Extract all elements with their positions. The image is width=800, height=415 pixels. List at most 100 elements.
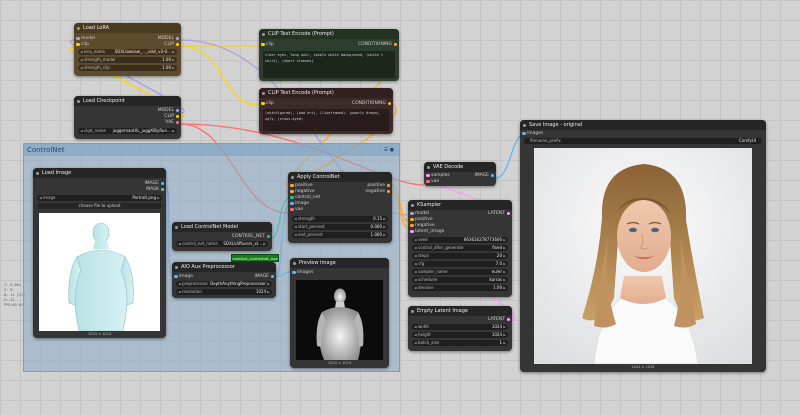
collapse-dot-icon[interactable] (411, 309, 414, 313)
collapse-dot-icon[interactable] (77, 99, 80, 103)
group-menu-icons[interactable]: ☰ ● (384, 144, 394, 156)
arrow-left-icon[interactable]: ◀ (414, 332, 417, 338)
collapse-dot-icon[interactable] (175, 225, 178, 229)
output-pin-image[interactable] (270, 274, 274, 279)
input-pin-clip[interactable] (76, 42, 80, 47)
widget-resolution[interactable]: ◀ resolution 1024 ▶ (176, 289, 272, 295)
widget-cfg[interactable]: ◀ cfg 7.0 ▶ (412, 261, 508, 267)
arrow-left-icon[interactable]: ◀ (80, 128, 83, 134)
collapse-dot-icon[interactable] (293, 261, 296, 265)
input-pin-clip[interactable] (261, 101, 265, 106)
input-pin-negative[interactable] (290, 189, 294, 194)
arrow-right-icon[interactable]: ▶ (503, 277, 506, 283)
widget-height[interactable]: ◀ height 1024 ▶ (412, 332, 508, 338)
input-pin-negative[interactable] (410, 223, 414, 228)
arrow-right-icon[interactable]: ▶ (172, 57, 175, 63)
output-pin-model[interactable] (175, 108, 179, 113)
arrow-right-icon[interactable]: ▶ (383, 216, 386, 222)
arrow-left-icon[interactable]: ◀ (414, 324, 417, 330)
collapse-dot-icon[interactable] (411, 203, 414, 207)
collapse-dot-icon[interactable] (427, 165, 430, 169)
input-pin-latent-image[interactable] (410, 229, 414, 234)
node-header[interactable]: AIO Aux Preprocessor (172, 262, 276, 272)
widget-preprocessor[interactable]: ◀ preprocessor DepthAnythingPreprocessor ▶ (176, 281, 272, 287)
widget-seed[interactable]: ◀ seed 663616278773606 ▶ (412, 237, 508, 243)
input-pin-positive[interactable] (410, 217, 414, 222)
group-title-bar[interactable]: ControlNet ☰ ● (24, 144, 399, 156)
arrow-right-icon[interactable]: ▶ (503, 253, 506, 259)
output-pin-positive[interactable] (386, 183, 390, 188)
node-header[interactable]: Load LoRA (74, 23, 181, 33)
output-pin-clip[interactable] (175, 42, 179, 47)
node-apply-controlnet[interactable]: #4700 Apply ControlNet positivepositive … (288, 172, 392, 243)
arrow-left-icon[interactable]: ◀ (414, 340, 417, 346)
arrow-left-icon[interactable]: ◀ (80, 65, 83, 71)
input-pin-image[interactable] (174, 274, 178, 279)
arrow-right-icon[interactable]: ▶ (503, 237, 506, 243)
arrow-right-icon[interactable]: ▶ (267, 289, 270, 295)
node-header[interactable]: Apply ControlNet (288, 172, 392, 182)
input-pin-samples[interactable] (426, 173, 430, 178)
arrow-left-icon[interactable]: ◀ (414, 261, 417, 267)
node-ksampler[interactable]: #1 1ad KSampler modelLATENT positive neg… (408, 200, 512, 297)
arrow-right-icon[interactable]: ▶ (503, 245, 506, 251)
input-pin-model[interactable] (410, 211, 414, 216)
arrow-left-icon[interactable]: ◀ (294, 232, 297, 238)
collapse-dot-icon[interactable] (175, 265, 178, 269)
node-preview-image[interactable]: #4700 Preview Image images 1024 × 1024 (290, 258, 389, 368)
widget-lora-name[interactable]: ◀ lora_name SDXLlowsaw_…_sdxl_v3-0… ▶ (78, 49, 177, 55)
output-pin-conditioning[interactable] (387, 101, 391, 106)
output-pin-image[interactable] (160, 181, 164, 186)
widget-batch-size[interactable]: ◀ batch_size 1 ▶ (412, 340, 508, 346)
arrow-right-icon[interactable]: ▶ (157, 195, 160, 201)
input-pin-model[interactable] (76, 36, 80, 41)
widget-control-net-name[interactable]: ◀ control_net_name SDXL\diffusers_xl… ▶ (176, 241, 268, 247)
output-pin-negative[interactable] (386, 189, 390, 194)
node-header[interactable]: Empty Latent Image (408, 306, 512, 316)
arrow-right-icon[interactable]: ▶ (503, 324, 506, 330)
node-header[interactable]: Load Checkpoint (74, 96, 181, 106)
node-load-image[interactable]: #4880 Load Image IMAGE MASK ◀imagePortra… (33, 168, 166, 338)
arrow-left-icon[interactable]: ◀ (294, 224, 297, 230)
arrow-right-icon[interactable]: ▶ (263, 241, 266, 247)
output-pin-mask[interactable] (160, 187, 164, 192)
arrow-right-icon[interactable]: ▶ (503, 269, 506, 275)
node-clip-text-negative[interactable]: #789 CLIP Text Encode (Prompt) clipCONDI… (259, 88, 393, 134)
node-header[interactable]: Load ControlNet Model (172, 222, 272, 232)
input-pin-control-net[interactable] (290, 195, 294, 200)
output-pin-clip[interactable] (175, 114, 179, 119)
widget-filename-prefix[interactable]: filename_prefix ComfyUI (524, 138, 762, 144)
arrow-left-icon[interactable]: ◀ (414, 269, 417, 275)
widget-width[interactable]: ◀ width 1024 ▶ (412, 324, 508, 330)
node-aio-aux-preprocessor[interactable]: #1726 AIO Aux Preprocessor imageIMAGE ◀p… (172, 262, 276, 298)
node-header[interactable]: Load Image (33, 168, 166, 178)
node-header[interactable]: KSampler (408, 200, 512, 210)
widget-sampler-name[interactable]: ◀ sampler_name euler ▶ (412, 269, 508, 275)
collapse-dot-icon[interactable] (291, 175, 294, 179)
node-header[interactable]: CLIP Text Encode (Prompt) (259, 29, 399, 39)
output-pin-conditioning[interactable] (393, 42, 397, 47)
widget-scheduler[interactable]: ◀ scheduler karras ▶ (412, 277, 508, 283)
arrow-right-icon[interactable]: ▶ (172, 128, 175, 134)
arrow-left-icon[interactable]: ◀ (178, 289, 181, 295)
widget-strength-clip[interactable]: ◀ strength_clip 1.00 ▶ (78, 65, 177, 71)
node-vae-decode[interactable]: #4880 VAE Decode samplesIMAGE vae (424, 162, 496, 186)
arrow-left-icon[interactable]: ◀ (414, 253, 417, 259)
node-load-checkpoint[interactable]: #4788 Load Checkpoint MODEL CLIP VAE ◀ck… (74, 96, 181, 139)
widget-start-percent[interactable]: ◀ start_percent 0.000 ▶ (292, 224, 388, 230)
input-pin-vae[interactable] (290, 207, 294, 212)
arrow-left-icon[interactable]: ◀ (414, 277, 417, 283)
node-save-image[interactable]: #1778 Save Image - original images filen… (520, 120, 766, 372)
arrow-right-icon[interactable]: ▶ (503, 340, 506, 346)
input-pin-image[interactable] (290, 201, 294, 206)
output-pin-vae[interactable] (175, 120, 179, 125)
arrow-left-icon[interactable]: ◀ (414, 285, 417, 291)
collapse-dot-icon[interactable] (262, 91, 265, 95)
widget-denoise[interactable]: ◀ denoise 1.00 ▶ (412, 285, 508, 291)
arrow-left-icon[interactable]: ◀ (294, 216, 297, 222)
widget-ckpt-name[interactable]: ◀ ckpt_name juggernautXL_juggXIByRun… ▶ (78, 128, 177, 134)
arrow-left-icon[interactable]: ◀ (414, 237, 417, 243)
arrow-left-icon[interactable]: ◀ (39, 195, 42, 201)
node-load-controlnet-model[interactable]: #1088 Load ControlNet Model CONTROL_NET … (172, 222, 272, 251)
prompt-textarea[interactable]: (skinfigured), (bad art), (lineframed), … (263, 109, 389, 131)
